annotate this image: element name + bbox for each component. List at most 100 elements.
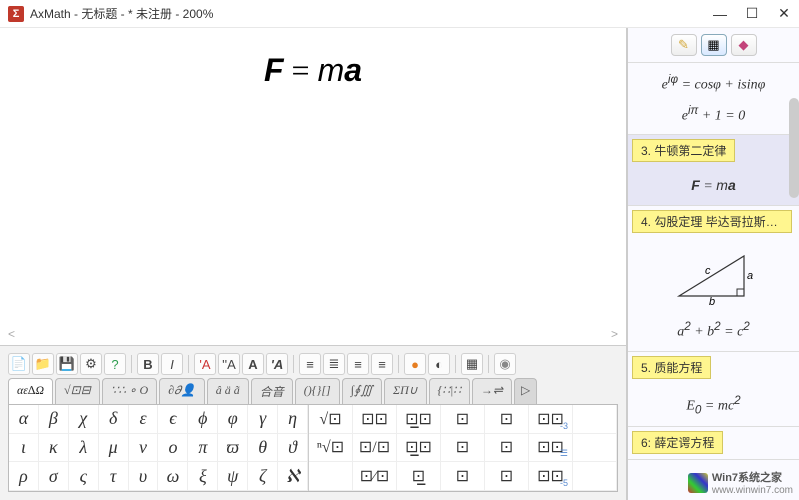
template-19[interactable]: ⊡⊡-5 xyxy=(529,462,573,491)
font-style-4-button[interactable]: 'A xyxy=(266,353,288,375)
greek-ζ[interactable]: ζ xyxy=(248,462,278,491)
greek-ι[interactable]: ι xyxy=(9,434,39,463)
greek-ϕ[interactable]: ϕ xyxy=(188,405,218,434)
edit-mode-button[interactable]: ✎ xyxy=(671,34,697,56)
greek-ϵ[interactable]: ϵ xyxy=(158,405,188,434)
library-item-euler[interactable]: eiφ = cosφ + isinφ eiπ + 1 = 0 xyxy=(628,63,799,135)
greek-κ[interactable]: κ xyxy=(39,434,69,463)
greek-ρ[interactable]: ρ xyxy=(9,462,39,491)
greek-φ[interactable]: φ xyxy=(218,405,248,434)
align-justify-button[interactable]: ≡ xyxy=(371,353,393,375)
tab-partial[interactable]: ∂𝜕👤 xyxy=(159,378,205,404)
align-center-button[interactable]: ≣ xyxy=(323,353,345,375)
tab-symbols[interactable]: ∵∴ ∘ O xyxy=(102,378,157,404)
greek-ν[interactable]: ν xyxy=(129,434,159,463)
library-item-mass-energy[interactable]: 5. 质能方程 E0 = mc2 xyxy=(628,352,799,427)
template-7[interactable]: ⁿ√⊡ xyxy=(309,434,353,463)
greek-τ[interactable]: τ xyxy=(99,462,129,491)
tab-brackets[interactable]: (){}[] xyxy=(295,378,340,404)
template-20[interactable] xyxy=(573,462,617,491)
tab-accents[interactable]: â ä ã xyxy=(207,378,249,404)
library-item-schrodinger[interactable]: 6: 薛定谔方程 xyxy=(628,427,799,460)
template-2[interactable]: ⊡̲⊡ xyxy=(397,405,441,434)
library-scrollbar[interactable] xyxy=(789,98,799,198)
content: F = ma < > 📄 📁 💾 ⚙ ? B I 'A ''A A 'A ≡ xyxy=(0,28,799,500)
greek-ω[interactable]: ω xyxy=(158,462,188,491)
close-button[interactable]: ✕ xyxy=(777,5,791,22)
greek-ξ[interactable]: ξ xyxy=(188,462,218,491)
tab-roots[interactable]: √⊡⊟ xyxy=(55,378,100,404)
scroll-left-icon[interactable]: < xyxy=(8,327,15,341)
template-10[interactable]: ⊡ xyxy=(441,434,485,463)
font-style-2-button[interactable]: ''A xyxy=(218,353,240,375)
template-5[interactable]: ⊡⊡-3 xyxy=(529,405,573,434)
greek-β[interactable]: β xyxy=(39,405,69,434)
greek-δ[interactable]: δ xyxy=(99,405,129,434)
greek-χ[interactable]: χ xyxy=(69,405,99,434)
greek-η[interactable]: η xyxy=(278,405,308,434)
tab-arrows[interactable]: →⇌ xyxy=(472,378,512,404)
editor-area[interactable]: F = ma < > xyxy=(0,28,626,345)
greek-σ[interactable]: σ xyxy=(39,462,69,491)
greek-π[interactable]: π xyxy=(188,434,218,463)
library-item-newton[interactable]: 3. 牛顿第二定律 F = ma xyxy=(628,135,799,206)
greek-υ[interactable]: υ xyxy=(129,462,159,491)
greek-o[interactable]: o xyxy=(158,434,188,463)
new-doc-button[interactable]: 📄 xyxy=(8,353,30,375)
greek-ς[interactable]: ς xyxy=(69,462,99,491)
template-18[interactable]: ⊡ xyxy=(485,462,529,491)
italic-button[interactable]: I xyxy=(161,353,183,375)
library-item-pythagoras[interactable]: 4. 勾股定理 毕达哥拉斯定... a b c a2 + b2 = c2 xyxy=(628,206,799,352)
template-6[interactable] xyxy=(573,405,617,434)
template-13[interactable] xyxy=(573,434,617,463)
tab-more[interactable]: ▷ xyxy=(514,378,537,404)
greek-μ[interactable]: μ xyxy=(99,434,129,463)
template-15[interactable]: ⊡⁄⊡ xyxy=(353,462,397,491)
template-11[interactable]: ⊡ xyxy=(485,434,529,463)
greek-α[interactable]: α xyxy=(9,405,39,434)
font-style-3-button[interactable]: A xyxy=(242,353,264,375)
save-button[interactable]: 💾 xyxy=(56,353,78,375)
tab-sums[interactable]: ΣΠ∪ xyxy=(384,378,427,404)
greek-θ[interactable]: θ xyxy=(248,434,278,463)
align-left-button[interactable]: ≡ xyxy=(299,353,321,375)
settings-button[interactable]: ⚙ xyxy=(80,353,102,375)
maximize-button[interactable]: ☐ xyxy=(745,5,759,22)
diamond-mode-button[interactable]: ◆ xyxy=(731,34,757,56)
tab-matrix[interactable]: {∷|∷ xyxy=(429,378,470,404)
greek-ϖ[interactable]: ϖ xyxy=(218,434,248,463)
template-0[interactable]: √⊡ xyxy=(309,405,353,434)
ruler-button[interactable]: ▦ xyxy=(461,353,483,375)
template-3[interactable]: ⊡ xyxy=(441,405,485,434)
help-button[interactable]: ? xyxy=(104,353,126,375)
tab-greek[interactable]: αε∆Ω xyxy=(8,378,53,404)
greek-ε[interactable]: ε xyxy=(129,405,159,434)
scroll-right-icon[interactable]: > xyxy=(611,327,618,341)
template-9[interactable]: ⊡̲⊡ xyxy=(397,434,441,463)
color-picker-button[interactable]: ● xyxy=(404,353,426,375)
align-right-button[interactable]: ≡ xyxy=(347,353,369,375)
record-button[interactable]: ◉ xyxy=(494,353,516,375)
font-style-1-button[interactable]: 'A xyxy=(194,353,216,375)
greek-ℵ[interactable]: ℵ xyxy=(278,462,308,491)
bold-button[interactable]: B xyxy=(137,353,159,375)
minimize-button[interactable]: — xyxy=(713,6,727,22)
svg-text:a: a xyxy=(747,270,753,282)
template-16[interactable]: ⊡̲ xyxy=(397,462,441,491)
greek-ψ[interactable]: ψ xyxy=(218,462,248,491)
template-12[interactable]: ⊡⊡☰ xyxy=(529,434,573,463)
template-1[interactable]: ⊡⊡ xyxy=(353,405,397,434)
grid-mode-button[interactable]: ▦ xyxy=(701,34,727,56)
tab-integrals[interactable]: ∫∮∭ xyxy=(342,378,382,404)
greek-γ[interactable]: γ xyxy=(248,405,278,434)
greek-ϑ[interactable]: ϑ xyxy=(278,434,308,463)
template-4[interactable]: ⊡ xyxy=(485,405,529,434)
template-8[interactable]: ⊡/⊡ xyxy=(353,434,397,463)
eyedropper-button[interactable]: ◐ xyxy=(428,353,450,375)
greek-λ[interactable]: λ xyxy=(69,434,99,463)
template-17[interactable]: ⊡ xyxy=(441,462,485,491)
tab-compose[interactable]: 合音 xyxy=(251,378,293,404)
template-14[interactable] xyxy=(309,462,353,491)
main-equation[interactable]: F = ma xyxy=(0,28,626,113)
open-button[interactable]: 📁 xyxy=(32,353,54,375)
